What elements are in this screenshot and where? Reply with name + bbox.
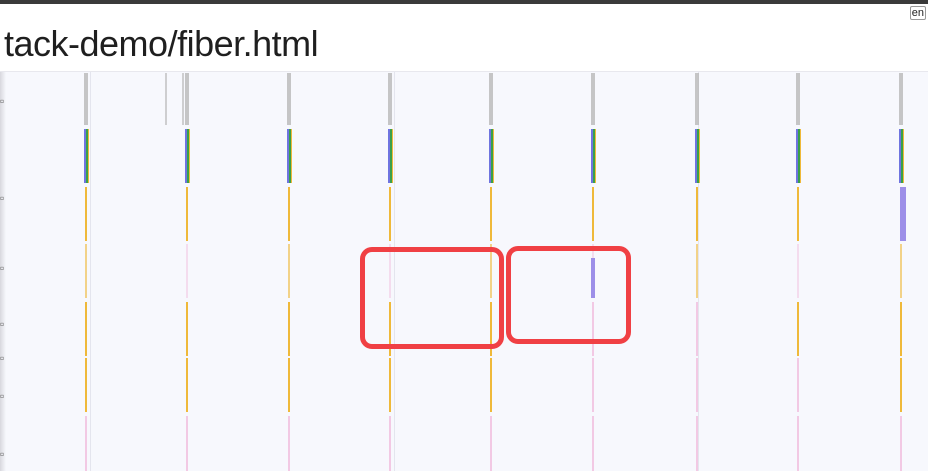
row3-marker — [186, 244, 188, 298]
row5-marker — [900, 358, 902, 412]
blue-marker — [591, 129, 593, 183]
orange-marker — [490, 187, 492, 241]
pink-marker — [797, 416, 799, 471]
gray-marker — [489, 73, 493, 125]
green-marker — [390, 129, 392, 183]
row3-marker — [900, 244, 902, 298]
row5-marker — [85, 358, 87, 412]
pink-marker — [288, 416, 290, 471]
left-glyph: ▫ — [0, 191, 5, 205]
address-header: tack-demo/fiber.html en — [0, 4, 928, 72]
url-text[interactable]: tack-demo/fiber.html — [4, 22, 319, 66]
pink-marker — [900, 416, 902, 471]
row5-marker — [288, 358, 290, 412]
row4-marker — [288, 302, 290, 356]
row3-marker — [797, 244, 799, 298]
green-marker — [289, 129, 291, 183]
orange-marker — [88, 129, 89, 183]
blue-marker — [695, 129, 697, 183]
orange-marker — [85, 187, 87, 241]
orange-marker — [186, 187, 188, 241]
row4-marker — [900, 302, 902, 356]
green-marker — [798, 129, 800, 183]
row4-marker — [186, 302, 188, 356]
row4-marker — [797, 302, 799, 356]
orange-marker — [595, 129, 596, 183]
pink-marker — [696, 416, 698, 471]
orange-marker — [189, 129, 190, 183]
left-glyph: ▫ — [0, 317, 5, 331]
orange-marker — [800, 129, 801, 183]
gray-marker — [899, 73, 903, 125]
green-marker — [187, 129, 189, 183]
row3-marker — [85, 244, 87, 298]
blue-marker — [185, 129, 187, 183]
gray-marker — [591, 73, 595, 125]
orange-marker — [291, 129, 292, 183]
green-marker — [593, 129, 595, 183]
gray-marker — [796, 73, 800, 125]
orange-marker — [797, 187, 799, 241]
pink-marker — [389, 416, 391, 471]
row3-marker — [696, 244, 698, 298]
green-marker — [901, 129, 903, 183]
pink-marker — [85, 416, 87, 471]
gray-marker — [182, 73, 184, 125]
left-glyph: ▫ — [0, 94, 5, 108]
orange-marker — [288, 187, 290, 241]
row4-marker — [696, 302, 698, 356]
orange-marker — [389, 187, 391, 241]
row5-marker — [592, 358, 594, 412]
row3-marker — [288, 244, 290, 298]
highlight-box-2 — [506, 246, 631, 344]
row5-marker — [389, 358, 391, 412]
blue-marker — [287, 129, 289, 183]
green-marker — [86, 129, 88, 183]
orange-marker — [392, 129, 393, 183]
row5-marker — [797, 358, 799, 412]
blue-marker — [388, 129, 390, 183]
green-marker — [491, 129, 493, 183]
row5-marker — [186, 358, 188, 412]
row5-marker — [696, 358, 698, 412]
blue-marker — [84, 129, 86, 183]
locale-badge[interactable]: en — [909, 6, 926, 20]
gray-marker — [84, 73, 88, 125]
blue-marker — [489, 129, 491, 183]
purple-marker — [900, 187, 906, 241]
left-glyph: ▫ — [0, 447, 5, 461]
highlight-box-1 — [360, 247, 504, 349]
pink-marker — [186, 416, 188, 471]
orange-marker — [699, 129, 700, 183]
blue-marker — [796, 129, 798, 183]
orange-marker — [592, 187, 594, 241]
gray-marker — [287, 73, 291, 125]
row4-marker — [85, 302, 87, 356]
orange-marker — [696, 187, 698, 241]
blue-marker — [899, 129, 901, 183]
gray-marker — [388, 73, 392, 125]
gray-marker — [185, 73, 189, 125]
pink-marker — [592, 416, 594, 471]
gray-marker — [695, 73, 699, 125]
gray-marker — [165, 73, 167, 125]
green-marker — [697, 129, 699, 183]
left-glyph: ▫ — [0, 389, 5, 403]
row5-marker — [490, 358, 492, 412]
left-glyph: ▫ — [0, 261, 5, 275]
orange-marker — [493, 129, 494, 183]
pink-marker — [490, 416, 492, 471]
left-glyph: ▫ — [0, 351, 5, 365]
orange-marker — [903, 129, 904, 183]
